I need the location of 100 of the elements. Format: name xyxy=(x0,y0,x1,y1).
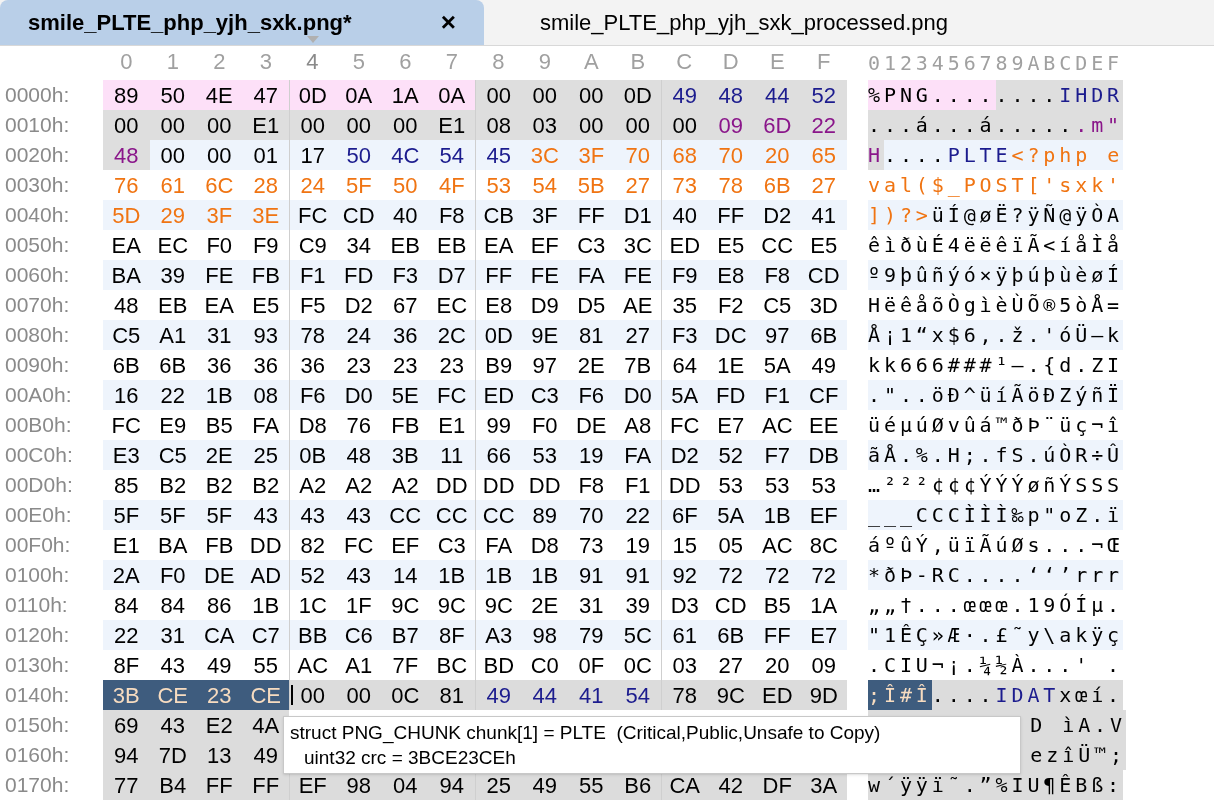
row-offset: 0170h: xyxy=(4,772,71,799)
hex-byte: D2 xyxy=(763,201,792,230)
hex-byte: 5F xyxy=(113,501,140,530)
hex-byte: 84 xyxy=(114,591,139,620)
hex-byte: C3 xyxy=(437,531,466,560)
hex-byte: 05 xyxy=(718,531,743,560)
hex-byte: 1B xyxy=(205,381,233,410)
hex-byte: 25 xyxy=(486,771,511,800)
column-header: B xyxy=(629,48,647,76)
hex-byte: C6 xyxy=(344,621,373,650)
hex-byte: 94 xyxy=(114,741,139,770)
hex-byte: 43 xyxy=(346,561,371,590)
hex-byte: 44 xyxy=(532,681,557,710)
hex-byte: 6D xyxy=(763,111,792,140)
hex-byte: CE xyxy=(157,681,189,710)
hex-byte: A2 xyxy=(345,471,373,500)
hex-byte: 76 xyxy=(114,171,139,200)
hex-byte: BA xyxy=(158,531,188,560)
hex-byte: A1 xyxy=(159,321,187,350)
hex-byte: 55 xyxy=(579,771,604,800)
file-tab[interactable]: smile_PLTE_php_yjh_sxk.png* × xyxy=(0,0,484,45)
hex-byte: DE xyxy=(203,561,235,590)
hex-byte: FC xyxy=(111,411,141,440)
hex-byte: EB xyxy=(158,291,188,320)
hex-byte: 03 xyxy=(532,111,557,140)
column-header: 4 xyxy=(289,45,336,78)
hex-byte: F8 xyxy=(764,261,791,290)
hex-byte: 78 xyxy=(300,321,325,350)
row-offset: 00C0h: xyxy=(4,442,74,469)
hex-byte: F1 xyxy=(764,381,791,410)
hex-byte: 43 xyxy=(160,651,185,680)
hex-byte: 44 xyxy=(765,81,790,110)
hex-byte: EF xyxy=(391,531,420,560)
hex-byte: 0C xyxy=(623,651,652,680)
row-offset: 0160h: xyxy=(4,742,71,769)
hex-byte: AC xyxy=(297,651,329,680)
hex-byte: E3 xyxy=(112,441,140,470)
hex-byte: 91 xyxy=(625,561,650,590)
hex-byte: 2E xyxy=(205,441,233,470)
hex-byte: 17 xyxy=(300,141,325,170)
hex-byte: 73 xyxy=(579,531,604,560)
hex-byte: FC xyxy=(298,201,328,230)
hex-byte: 00 xyxy=(160,141,185,170)
hex-byte: FF xyxy=(205,771,233,800)
hex-byte: 00 xyxy=(346,111,371,140)
row-offset: 0140h: xyxy=(4,682,71,709)
row-offset: 0060h: xyxy=(4,262,71,289)
hex-byte: 04 xyxy=(393,771,418,800)
hex-byte: D3 xyxy=(670,591,699,620)
hex-byte: C9 xyxy=(298,231,327,260)
ascii-text: IDAT xyxy=(995,680,1060,710)
hex-byte: 66 xyxy=(486,441,511,470)
hex-byte: 00 xyxy=(300,681,325,710)
hex-byte: EA xyxy=(204,291,234,320)
hex-byte: 2E xyxy=(577,351,605,380)
hex-byte: 82 xyxy=(300,531,325,560)
hex-byte: D9 xyxy=(530,291,559,320)
hex-byte: 1B xyxy=(252,591,280,620)
hex-byte: 1B xyxy=(763,501,791,530)
hex-byte: C3 xyxy=(530,381,559,410)
hex-byte: 00 xyxy=(393,111,418,140)
hex-byte: 08 xyxy=(253,381,278,410)
hex-byte: 1A xyxy=(391,81,419,110)
file-tab[interactable]: smile_PLTE_php_yjh_sxk_processed.png xyxy=(484,0,1004,45)
hex-byte: 0A xyxy=(438,81,466,110)
hex-byte: 39 xyxy=(625,591,650,620)
hex-byte: 5D xyxy=(112,201,141,230)
hex-byte: 00 xyxy=(114,111,139,140)
hex-byte: 48 xyxy=(114,291,139,320)
hex-byte: E7 xyxy=(717,411,745,440)
hex-byte: DD xyxy=(668,471,701,500)
hex-byte: E2 xyxy=(205,711,233,740)
hex-byte: DD xyxy=(528,471,561,500)
tab-title: smile_PLTE_php_yjh_sxk.png* xyxy=(28,9,352,37)
hex-byte: 40 xyxy=(672,201,697,230)
hex-byte: 52 xyxy=(718,441,743,470)
hex-byte: 27 xyxy=(625,321,650,350)
hex-byte: 09 xyxy=(718,111,743,140)
hex-byte: D2 xyxy=(344,291,373,320)
hex-byte: 94 xyxy=(439,771,464,800)
ascii-text: üÍ@øË?ÿÑ@ÿÒA xyxy=(931,200,1124,230)
hex-byte: CC xyxy=(435,501,468,530)
hex-byte: 54 xyxy=(532,171,557,200)
hex-byte: FA xyxy=(624,441,652,470)
hex-byte: 89 xyxy=(114,81,139,110)
hex-byte: 84 xyxy=(160,591,185,620)
hex-byte: 11 xyxy=(440,441,464,470)
hex-byte: 23 xyxy=(207,681,232,710)
hex-byte: 92 xyxy=(672,561,697,590)
close-button[interactable]: × xyxy=(440,3,456,42)
hex-byte: 7F xyxy=(392,651,419,680)
hex-byte: 53 xyxy=(486,171,511,200)
hex-byte: C3 xyxy=(577,231,606,260)
hex-byte: E5 xyxy=(717,231,745,260)
hex-byte: F0 xyxy=(531,411,558,440)
hex-byte: AC xyxy=(761,411,793,440)
hex-byte: 50 xyxy=(160,81,185,110)
hex-byte: 3B xyxy=(112,681,140,710)
hex-byte: FF xyxy=(252,771,280,800)
hex-byte: FB xyxy=(251,261,280,290)
